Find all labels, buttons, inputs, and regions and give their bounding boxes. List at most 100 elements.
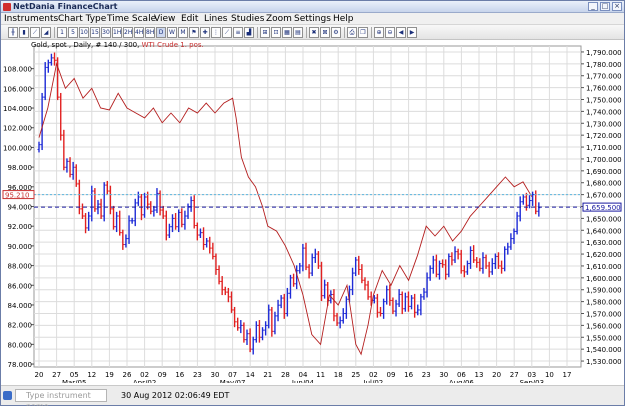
vertical-line-icon[interactable]: ⋮	[211, 27, 221, 38]
x-day-label: 02	[140, 371, 149, 379]
x-day-label: 26	[123, 371, 132, 379]
period-10[interactable]: 10	[79, 27, 89, 38]
left-tick-label: 88.000	[8, 263, 33, 271]
left-tick-label: 82.000	[8, 322, 33, 330]
candle-chart-icon[interactable]: ▮	[19, 27, 29, 38]
price-chart[interactable]: 1,530.000 1,540.000 1,550.000 1,560.000 1,57…	[1, 41, 624, 387]
left-tick-label: 102.000	[3, 125, 32, 133]
x-day-label: 25	[351, 371, 360, 379]
x-day-label: 05	[70, 371, 79, 379]
fibonacci-icon[interactable]: ≡	[233, 27, 243, 38]
period-d[interactable]: D	[156, 27, 166, 38]
x-day-label: 20	[35, 371, 44, 379]
right-tick-label: 1,630.000	[586, 239, 622, 247]
right-tick-label: 1,590.000	[586, 287, 622, 295]
period-1[interactable]: 1	[57, 27, 67, 38]
period-30[interactable]: 30	[101, 27, 111, 38]
zoom-out-icon[interactable]: ⊖	[385, 27, 395, 38]
right-tick-label: 1,710.000	[586, 144, 622, 152]
right-tick-label: 1,700.000	[586, 156, 622, 164]
right-tick-label: 1,600.000	[586, 275, 622, 283]
chart-area[interactable]: 1,530.000 1,540.000 1,550.000 1,560.000 1,57…	[1, 41, 624, 387]
x-day-label: 13	[475, 371, 484, 379]
zoom-range-icon[interactable]: ⊡	[271, 27, 281, 38]
left-tick-label: 94.000	[8, 204, 33, 212]
status-datetime: 30 Aug 2012 02:06:49 EDT	[121, 391, 230, 400]
period-15[interactable]: 15	[90, 27, 100, 38]
menu-studies[interactable]: Studies	[231, 14, 264, 24]
copy-icon[interactable]: ❐	[358, 27, 368, 38]
window-title: NetDania FinanceChart	[13, 2, 118, 11]
period-8h[interactable]: 8H	[145, 27, 155, 38]
line-chart-icon[interactable]: ⟋	[30, 27, 40, 38]
maximize-icon[interactable]: □	[600, 2, 610, 11]
menu-edit[interactable]: Edit	[181, 14, 198, 24]
x-day-label: 04	[299, 371, 308, 379]
period-5[interactable]: 5	[68, 27, 78, 38]
trend-line-icon[interactable]: ⟋	[222, 27, 232, 38]
period-4h[interactable]: 4H	[134, 27, 144, 38]
study-icon[interactable]: ▟	[244, 27, 254, 38]
split-icon[interactable]: ▤	[293, 27, 303, 38]
scroll-right-icon[interactable]: ▶	[407, 27, 417, 38]
instrument-input[interactable]: Type instrument name	[15, 389, 107, 406]
menu-help[interactable]: Help	[333, 14, 354, 24]
x-month-label: Apr/02	[133, 379, 156, 383]
left-tick-label: 80.000	[8, 341, 33, 349]
title-bar: NetDania FinanceChart _ □ ×	[1, 1, 624, 13]
x-day-label: 12	[87, 371, 96, 379]
right-tick-label: 1,610.000	[586, 263, 622, 271]
delete-all-icon[interactable]: ⊠	[320, 27, 330, 38]
menu-view[interactable]: View	[154, 14, 175, 24]
legend-gold: Gold, spot , Daily, # 140 / 300,	[31, 41, 140, 49]
delete-icon[interactable]: ✖	[309, 27, 319, 38]
x-day-label: 21	[263, 371, 272, 379]
period-1h[interactable]: 1H	[112, 27, 122, 38]
settings-icon[interactable]: ⚙	[331, 27, 341, 38]
close-icon[interactable]: ×	[612, 2, 622, 11]
right-tick-label: 1,720.000	[586, 132, 622, 140]
right-tick-label: 1,750.000	[586, 97, 622, 105]
indicator-icon[interactable]: ⚑	[189, 27, 199, 38]
period-w[interactable]: W	[167, 27, 177, 38]
grid-icon[interactable]: ▦	[282, 27, 292, 38]
x-day-label: 16	[404, 371, 413, 379]
right-tick-label: 1,760.000	[586, 85, 622, 93]
right-tick-label: 1,650.000	[586, 215, 622, 223]
menu-lines[interactable]: Lines	[204, 14, 227, 24]
menu-chart-type[interactable]: Chart Type	[58, 14, 106, 24]
menu-zoom[interactable]: Zoom	[266, 14, 292, 24]
period-2h[interactable]: 2H	[123, 27, 133, 38]
right-tick-label: 1,740.000	[586, 108, 622, 116]
bar-chart-icon[interactable]: ╫	[8, 27, 18, 38]
crosshair-icon[interactable]: ✚	[200, 27, 210, 38]
x-day-label: 10	[545, 371, 554, 379]
x-day-label: 19	[105, 371, 114, 379]
x-day-label: 17	[563, 371, 572, 379]
x-day-label: 30	[211, 371, 220, 379]
x-day-label: 11	[316, 371, 325, 379]
zoom-fit-icon[interactable]: ⊞	[260, 27, 270, 38]
zoom-in-icon[interactable]: ⊕	[374, 27, 384, 38]
print-icon[interactable]: ⎙	[347, 27, 357, 38]
menu-instruments[interactable]: Instruments	[4, 14, 58, 24]
right-tick-label: 1,640.000	[586, 227, 622, 235]
status-bar: Type instrument name 30 Aug 2012 02:06:4…	[1, 385, 624, 406]
period-m[interactable]: M	[178, 27, 188, 38]
right-tick-label: 1,530.000	[586, 358, 622, 366]
x-day-label: 07	[228, 371, 237, 379]
right-tick-label: 1,570.000	[586, 311, 622, 319]
minimize-icon[interactable]: _	[588, 2, 598, 11]
x-day-label: 28	[281, 371, 290, 379]
area-chart-icon[interactable]: ◢	[41, 27, 51, 38]
x-day-label: 06	[457, 371, 466, 379]
menu-time-scale[interactable]: Time Scale	[107, 14, 156, 24]
scroll-left-icon[interactable]: ◀	[396, 27, 406, 38]
left-tick-label: 108.000	[3, 66, 32, 74]
menu-settings[interactable]: Settings	[294, 14, 331, 24]
app-logo-icon	[3, 3, 11, 11]
left-tick-label: 78.000	[8, 361, 33, 369]
legend-oil: WTI Crude 1. pos.	[141, 41, 204, 49]
right-tick-label: 1,560.000	[586, 322, 622, 330]
x-month-label: Jun/04	[291, 379, 315, 383]
